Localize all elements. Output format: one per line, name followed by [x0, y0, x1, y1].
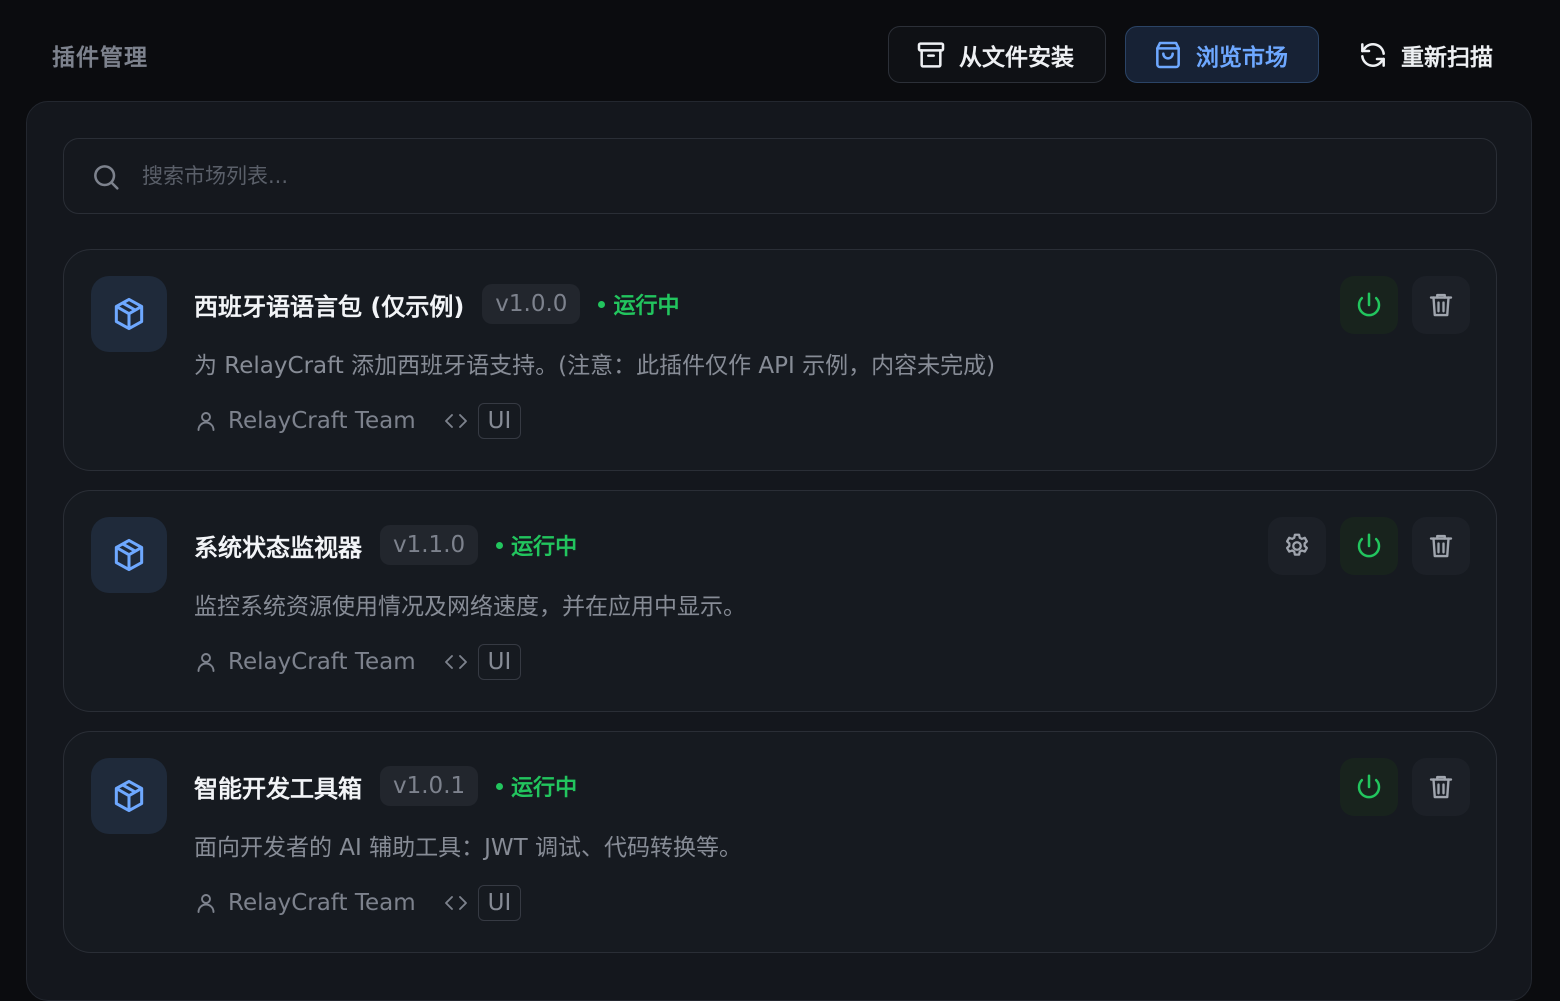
plugin-actions	[1340, 758, 1470, 816]
plugin-header: 智能开发工具箱 v1.0.1 运行中	[194, 766, 577, 806]
delete-plugin-button[interactable]	[1412, 517, 1470, 575]
plugin-name: 智能开发工具箱	[194, 774, 362, 803]
archive-box-icon	[917, 41, 945, 68]
plugin-actions	[1268, 517, 1470, 575]
trash-icon	[1429, 293, 1453, 317]
code-brackets-icon	[444, 414, 467, 428]
power-icon	[1357, 774, 1381, 799]
toggle-power-button[interactable]	[1340, 276, 1398, 334]
package-cube-icon	[114, 779, 144, 813]
power-icon	[1357, 292, 1381, 317]
version-badge: v1.1.0	[380, 525, 479, 565]
user-icon	[197, 894, 215, 913]
plugin-type-tag: UI	[477, 644, 522, 680]
plugin-name: 系统状态监视器	[194, 533, 362, 562]
package-cube-icon	[114, 297, 144, 331]
status-label: 运行中	[613, 294, 680, 319]
plugin-meta: RelayCraft Team UI	[194, 400, 522, 442]
refresh-icon	[1361, 42, 1385, 67]
toggle-power-button[interactable]	[1340, 758, 1398, 816]
package-cube-icon	[114, 538, 144, 572]
plugin-panel: 西班牙语语言包 (仅示例) v1.0.0 运行中 为 RelayCraft 添加…	[26, 101, 1532, 1001]
plugin-icon	[91, 276, 167, 352]
rescan-label: 重新扫描	[1401, 44, 1493, 71]
version-badge: v1.0.1	[380, 766, 479, 806]
status-dot	[598, 300, 606, 308]
search-input[interactable]	[142, 139, 1462, 213]
gear-icon	[1286, 533, 1308, 556]
plugin-meta: RelayCraft Team UI	[194, 641, 522, 683]
install-from-file-button[interactable]: 从文件安装	[888, 26, 1106, 83]
status-dot	[496, 782, 504, 790]
delete-plugin-button[interactable]	[1412, 276, 1470, 334]
status-label: 运行中	[511, 535, 578, 560]
search-icon	[94, 165, 119, 190]
plugin-type-tag: UI	[477, 403, 522, 439]
plugin-description: 为 RelayCraft 添加西班牙语支持。(注意：此插件仅作 API 示例，内…	[194, 353, 996, 379]
status-label: 运行中	[511, 776, 578, 801]
plugin-header: 西班牙语语言包 (仅示例) v1.0.0 运行中	[194, 284, 679, 324]
plugin-author: RelayCraft Team	[228, 649, 416, 675]
plugin-actions	[1340, 276, 1470, 334]
plugin-card: 智能开发工具箱 v1.0.1 运行中 面向开发者的 AI 辅助工具：JWT 调试…	[63, 731, 1497, 953]
code-brackets-icon	[444, 655, 467, 669]
shopping-bag-icon	[1156, 41, 1180, 68]
plugin-description: 监控系统资源使用情况及网络速度，并在应用中显示。	[194, 594, 746, 620]
page-title: 插件管理	[52, 45, 148, 71]
plugin-card: 西班牙语语言包 (仅示例) v1.0.0 运行中 为 RelayCraft 添加…	[63, 249, 1497, 471]
plugin-icon	[91, 758, 167, 834]
user-icon	[197, 412, 215, 431]
power-icon	[1357, 533, 1381, 558]
status-badge: 运行中	[598, 288, 679, 320]
plugin-header: 系统状态监视器 v1.1.0 运行中	[194, 525, 577, 565]
plugin-author: RelayCraft Team	[228, 890, 416, 916]
top-bar: 插件管理 从文件安装 浏览市场 重新扫描	[0, 0, 1560, 100]
plugin-meta: RelayCraft Team UI	[194, 882, 522, 924]
toggle-power-button[interactable]	[1340, 517, 1398, 575]
browse-market-label: 浏览市场	[1196, 44, 1288, 71]
plugin-author: RelayCraft Team	[228, 408, 416, 434]
plugin-settings-button[interactable]	[1268, 517, 1326, 575]
status-dot	[496, 541, 504, 549]
search-box	[63, 138, 1497, 214]
plugin-name: 西班牙语语言包 (仅示例)	[194, 292, 465, 321]
status-badge: 运行中	[496, 529, 577, 561]
trash-icon	[1429, 534, 1453, 558]
plugin-card: 系统状态监视器 v1.1.0 运行中 监控系统资源使用情况及网络速度，并在应用中…	[63, 490, 1497, 712]
plugin-description: 面向开发者的 AI 辅助工具：JWT 调试、代码转换等。	[194, 835, 743, 861]
plugin-type-tag: UI	[477, 885, 522, 921]
rescan-button[interactable]: 重新扫描	[1330, 26, 1520, 83]
user-icon	[197, 653, 215, 672]
code-brackets-icon	[444, 896, 467, 910]
install-from-file-label: 从文件安装	[959, 44, 1074, 71]
version-badge: v1.0.0	[482, 284, 581, 324]
trash-icon	[1429, 775, 1453, 799]
delete-plugin-button[interactable]	[1412, 758, 1470, 816]
status-badge: 运行中	[496, 770, 577, 802]
browse-market-button[interactable]: 浏览市场	[1125, 26, 1319, 83]
plugin-icon	[91, 517, 167, 593]
